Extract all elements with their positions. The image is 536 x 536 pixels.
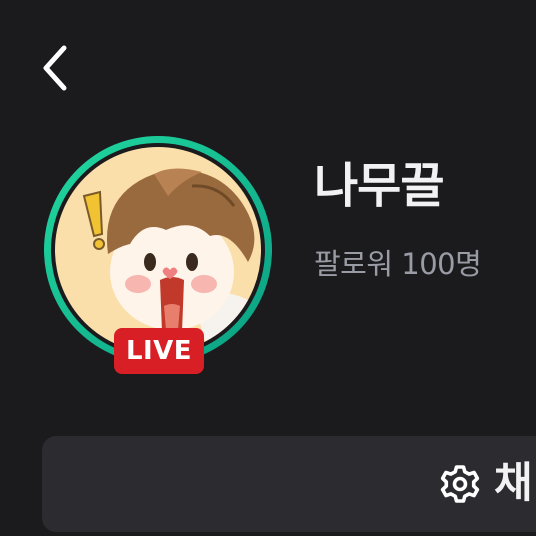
follower-count: 팔로워 100명	[314, 247, 482, 281]
back-button[interactable]	[36, 40, 80, 96]
avatar[interactable]: LIVE	[42, 134, 274, 374]
channel-profile-screen: LIVE 나무끌 팔로워 100명 채	[0, 0, 536, 536]
channel-settings-label: 채	[494, 458, 533, 507]
gear-icon	[440, 465, 480, 503]
channel-settings-button[interactable]: 채	[42, 436, 536, 532]
chevron-left-icon	[43, 45, 67, 91]
channel-name: 나무끌	[314, 158, 444, 214]
live-badge: LIVE	[114, 328, 204, 374]
